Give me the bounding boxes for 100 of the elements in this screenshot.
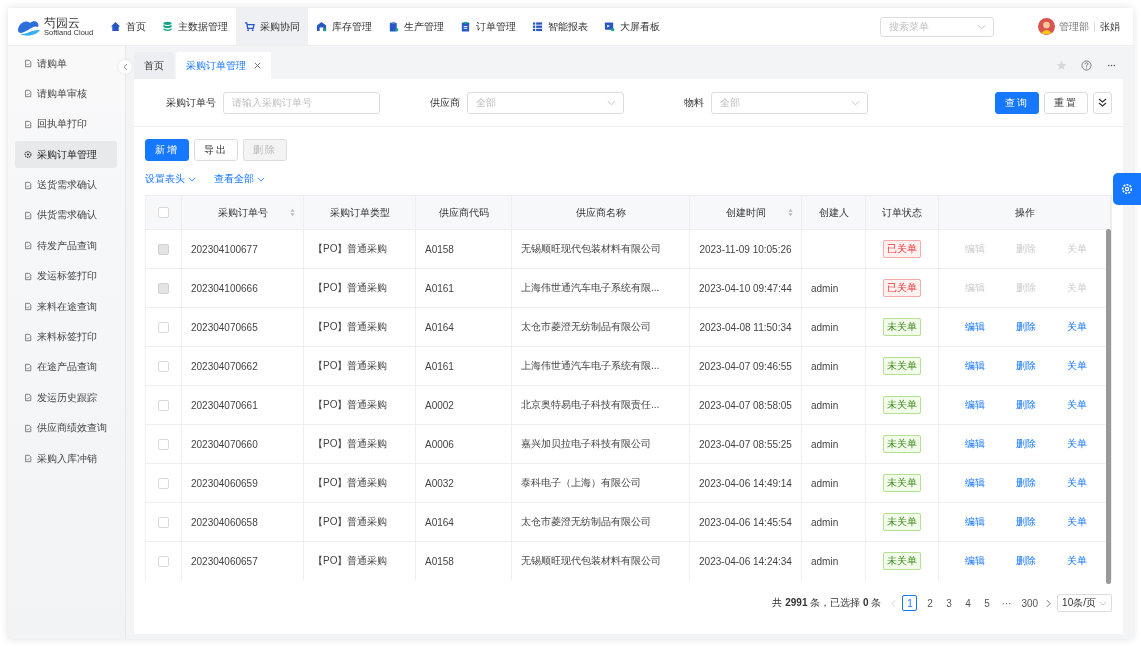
sidebar-item[interactable]: 送货需求确认: [15, 171, 117, 199]
table-cell: 2023-04-07 09:46:55: [699, 360, 792, 372]
row-action-link[interactable]: 编辑: [964, 359, 985, 373]
nav-item[interactable]: 首页: [102, 8, 154, 45]
nav-item[interactable]: 采购协同: [236, 8, 308, 45]
table-cell: 2023-04-06 14:45:54: [699, 516, 792, 528]
reset-button[interactable]: 重置: [1044, 91, 1088, 114]
dropdown-link[interactable]: 设置表头: [145, 172, 196, 186]
close-icon[interactable]: [254, 62, 261, 69]
checkbox[interactable]: [158, 399, 169, 411]
page-button[interactable]: 1: [902, 595, 918, 611]
nav-item[interactable]: 库存管理: [308, 8, 380, 45]
page-button[interactable]: 4: [961, 596, 975, 610]
row-action-link[interactable]: 编辑: [964, 515, 985, 529]
page-button[interactable]: ···: [999, 596, 1014, 610]
page-button[interactable]: 300: [1019, 596, 1041, 610]
star-icon[interactable]: [1056, 60, 1067, 71]
nav-item[interactable]: 智能报表: [524, 8, 596, 45]
table-cell: 202304070660: [191, 438, 258, 450]
row-action-link[interactable]: 删除: [1015, 320, 1036, 334]
row-action-link[interactable]: 编辑: [964, 476, 985, 490]
row-action-link[interactable]: 删除: [1015, 554, 1036, 568]
row-action-link[interactable]: 删除: [1015, 398, 1036, 412]
sidebar-item[interactable]: 供应商绩效查询: [15, 414, 117, 442]
sidebar-item[interactable]: 请购单: [15, 50, 117, 77]
avatar[interactable]: [1038, 18, 1055, 35]
nav-item[interactable]: 订单管理: [452, 8, 524, 45]
sidebar-item[interactable]: 来料标签打印: [15, 323, 117, 351]
chevron-down-icon: [977, 23, 986, 30]
row-action-link[interactable]: 关单: [1066, 359, 1087, 373]
column-header: 订单状态: [882, 205, 922, 220]
checkbox[interactable]: [158, 321, 169, 333]
row-action-link[interactable]: 删除: [1015, 476, 1036, 490]
table-cell: 【PO】普通采购: [313, 476, 388, 490]
row-action-link[interactable]: 关单: [1066, 437, 1087, 451]
sidebar-item[interactable]: 回执单打印: [15, 110, 117, 138]
page-tab[interactable]: 采购订单管理: [176, 52, 271, 79]
table-cell: 北京奥特易电子科技有限责任...: [521, 398, 660, 412]
status-tag: 未关单: [883, 435, 921, 453]
settings-icon: [1121, 183, 1133, 195]
chevron-left-icon[interactable]: [891, 598, 897, 608]
help-icon[interactable]: [1081, 60, 1092, 71]
filter-label: 供应商: [429, 95, 460, 110]
search-button[interactable]: 查询: [995, 91, 1039, 114]
document-icon: [24, 119, 32, 129]
sidebar-item[interactable]: 发运标签打印: [15, 262, 117, 290]
row-action-link[interactable]: 编辑: [964, 398, 985, 412]
settings-button[interactable]: [1113, 173, 1141, 205]
cart-icon: [244, 21, 255, 32]
scrollbar[interactable]: [1106, 229, 1111, 584]
sidebar-item[interactable]: 发运历史跟踪: [15, 384, 117, 412]
sidebar-item[interactable]: 来料在途查询: [15, 293, 117, 321]
row-action-link[interactable]: 关单: [1066, 398, 1087, 412]
page-button[interactable]: 3: [942, 596, 956, 610]
column-header: 采购订单类型: [329, 205, 390, 220]
user-name[interactable]: 张娟: [1100, 19, 1120, 34]
sort-icon[interactable]: [290, 208, 295, 217]
row-action-link[interactable]: 删除: [1015, 359, 1036, 373]
sidebar-item[interactable]: 供货需求确认: [15, 201, 117, 229]
row-action-link[interactable]: 关单: [1066, 320, 1087, 334]
row-action-link[interactable]: 编辑: [964, 437, 985, 451]
nav-item[interactable]: 主数据管理: [154, 8, 236, 45]
checkbox[interactable]: [158, 516, 169, 528]
chevron-right-icon[interactable]: [1046, 598, 1052, 608]
table-cell: admin: [811, 399, 839, 411]
checkbox[interactable]: [158, 555, 169, 567]
checkbox[interactable]: [158, 207, 169, 218]
sort-icon[interactable]: [788, 208, 793, 217]
sidebar-item[interactable]: 采购订单管理: [15, 141, 117, 169]
table-cell: 【PO】普通采购: [313, 515, 388, 529]
table-cell: 无锡顺旺现代包装材料有限公司: [521, 554, 661, 568]
filter-label: 采购订单号: [165, 95, 216, 110]
row-action-link[interactable]: 编辑: [964, 554, 985, 568]
document-icon: [24, 332, 32, 342]
nav-item[interactable]: 大屏看板: [596, 8, 668, 45]
page-button[interactable]: 5: [980, 596, 994, 610]
row-action-link[interactable]: 删除: [1015, 515, 1036, 529]
action-button[interactable]: 新增: [145, 139, 189, 161]
checkbox[interactable]: [158, 438, 169, 450]
nav-item[interactable]: 生产管理: [380, 8, 452, 45]
page-size-select[interactable]: 10条/页: [1057, 594, 1112, 612]
page-tab[interactable]: 首页: [134, 52, 174, 79]
checkbox[interactable]: [158, 360, 169, 372]
row-action-link[interactable]: 关单: [1066, 515, 1087, 529]
expand-button[interactable]: [1093, 91, 1112, 114]
checkbox[interactable]: [158, 477, 169, 489]
collapse-button[interactable]: [118, 60, 132, 74]
row-action-link[interactable]: 删除: [1015, 437, 1036, 451]
document-icon: [24, 454, 32, 464]
sidebar-item[interactable]: 待发产品查询: [15, 232, 117, 260]
sidebar-item[interactable]: 请购单审核: [15, 80, 117, 108]
row-action-link[interactable]: 关单: [1066, 476, 1087, 490]
table-cell: 【PO】普通采购: [313, 242, 388, 256]
dropdown-link[interactable]: 查看全部: [214, 172, 265, 186]
sidebar-item[interactable]: 采购入库冲销: [15, 445, 117, 473]
sidebar-item[interactable]: 在途产品查询: [15, 353, 117, 381]
row-action-link[interactable]: 编辑: [964, 320, 985, 334]
action-button[interactable]: 导出: [194, 139, 238, 161]
page-button[interactable]: 2: [923, 596, 937, 610]
row-action-link[interactable]: 关单: [1066, 554, 1087, 568]
